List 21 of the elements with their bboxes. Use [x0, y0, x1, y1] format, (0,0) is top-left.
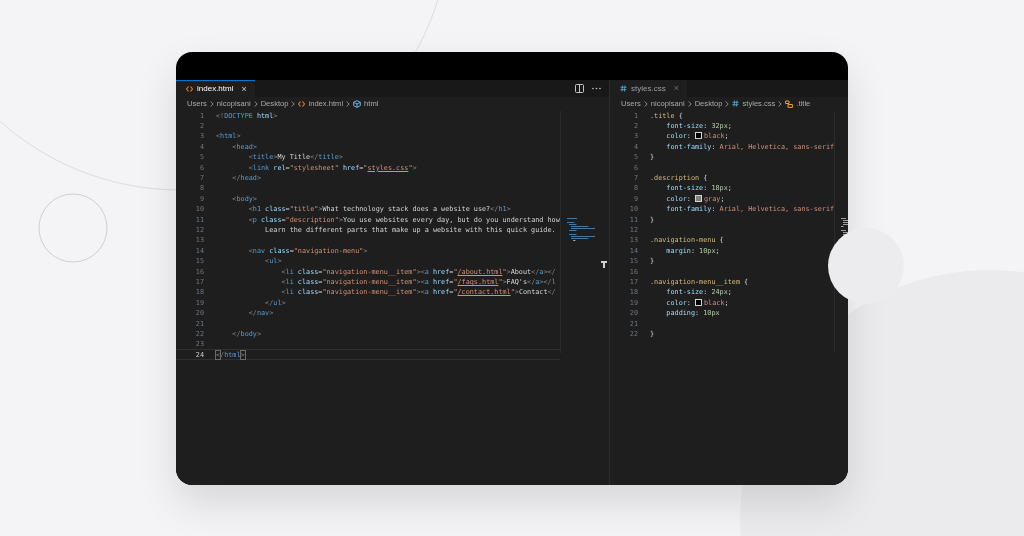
chevron-icon	[725, 100, 730, 107]
chevron-icon	[253, 100, 258, 107]
cube-icon	[353, 99, 362, 108]
split-editor-icon[interactable]	[575, 83, 584, 93]
close-button[interactable]: ×	[241, 83, 247, 94]
html-file-icon	[186, 85, 193, 92]
editor-tab[interactable]: styles.css ×	[610, 79, 687, 97]
chevron-icon	[209, 100, 214, 107]
html-file-icon	[298, 100, 306, 107]
decorative-ring	[38, 193, 108, 263]
chevron-icon	[778, 100, 783, 107]
symbol-icon	[785, 99, 794, 108]
chevron-icon	[291, 100, 296, 107]
chevron-icon	[687, 100, 692, 107]
chevron-icon	[643, 100, 648, 107]
hash-icon	[620, 84, 627, 92]
hash-icon	[732, 100, 740, 107]
more-icon[interactable]	[592, 86, 601, 90]
editor-tab[interactable]: index.html ×	[176, 79, 255, 97]
text-cursor-icon	[601, 260, 607, 268]
chevron-icon	[346, 100, 351, 107]
